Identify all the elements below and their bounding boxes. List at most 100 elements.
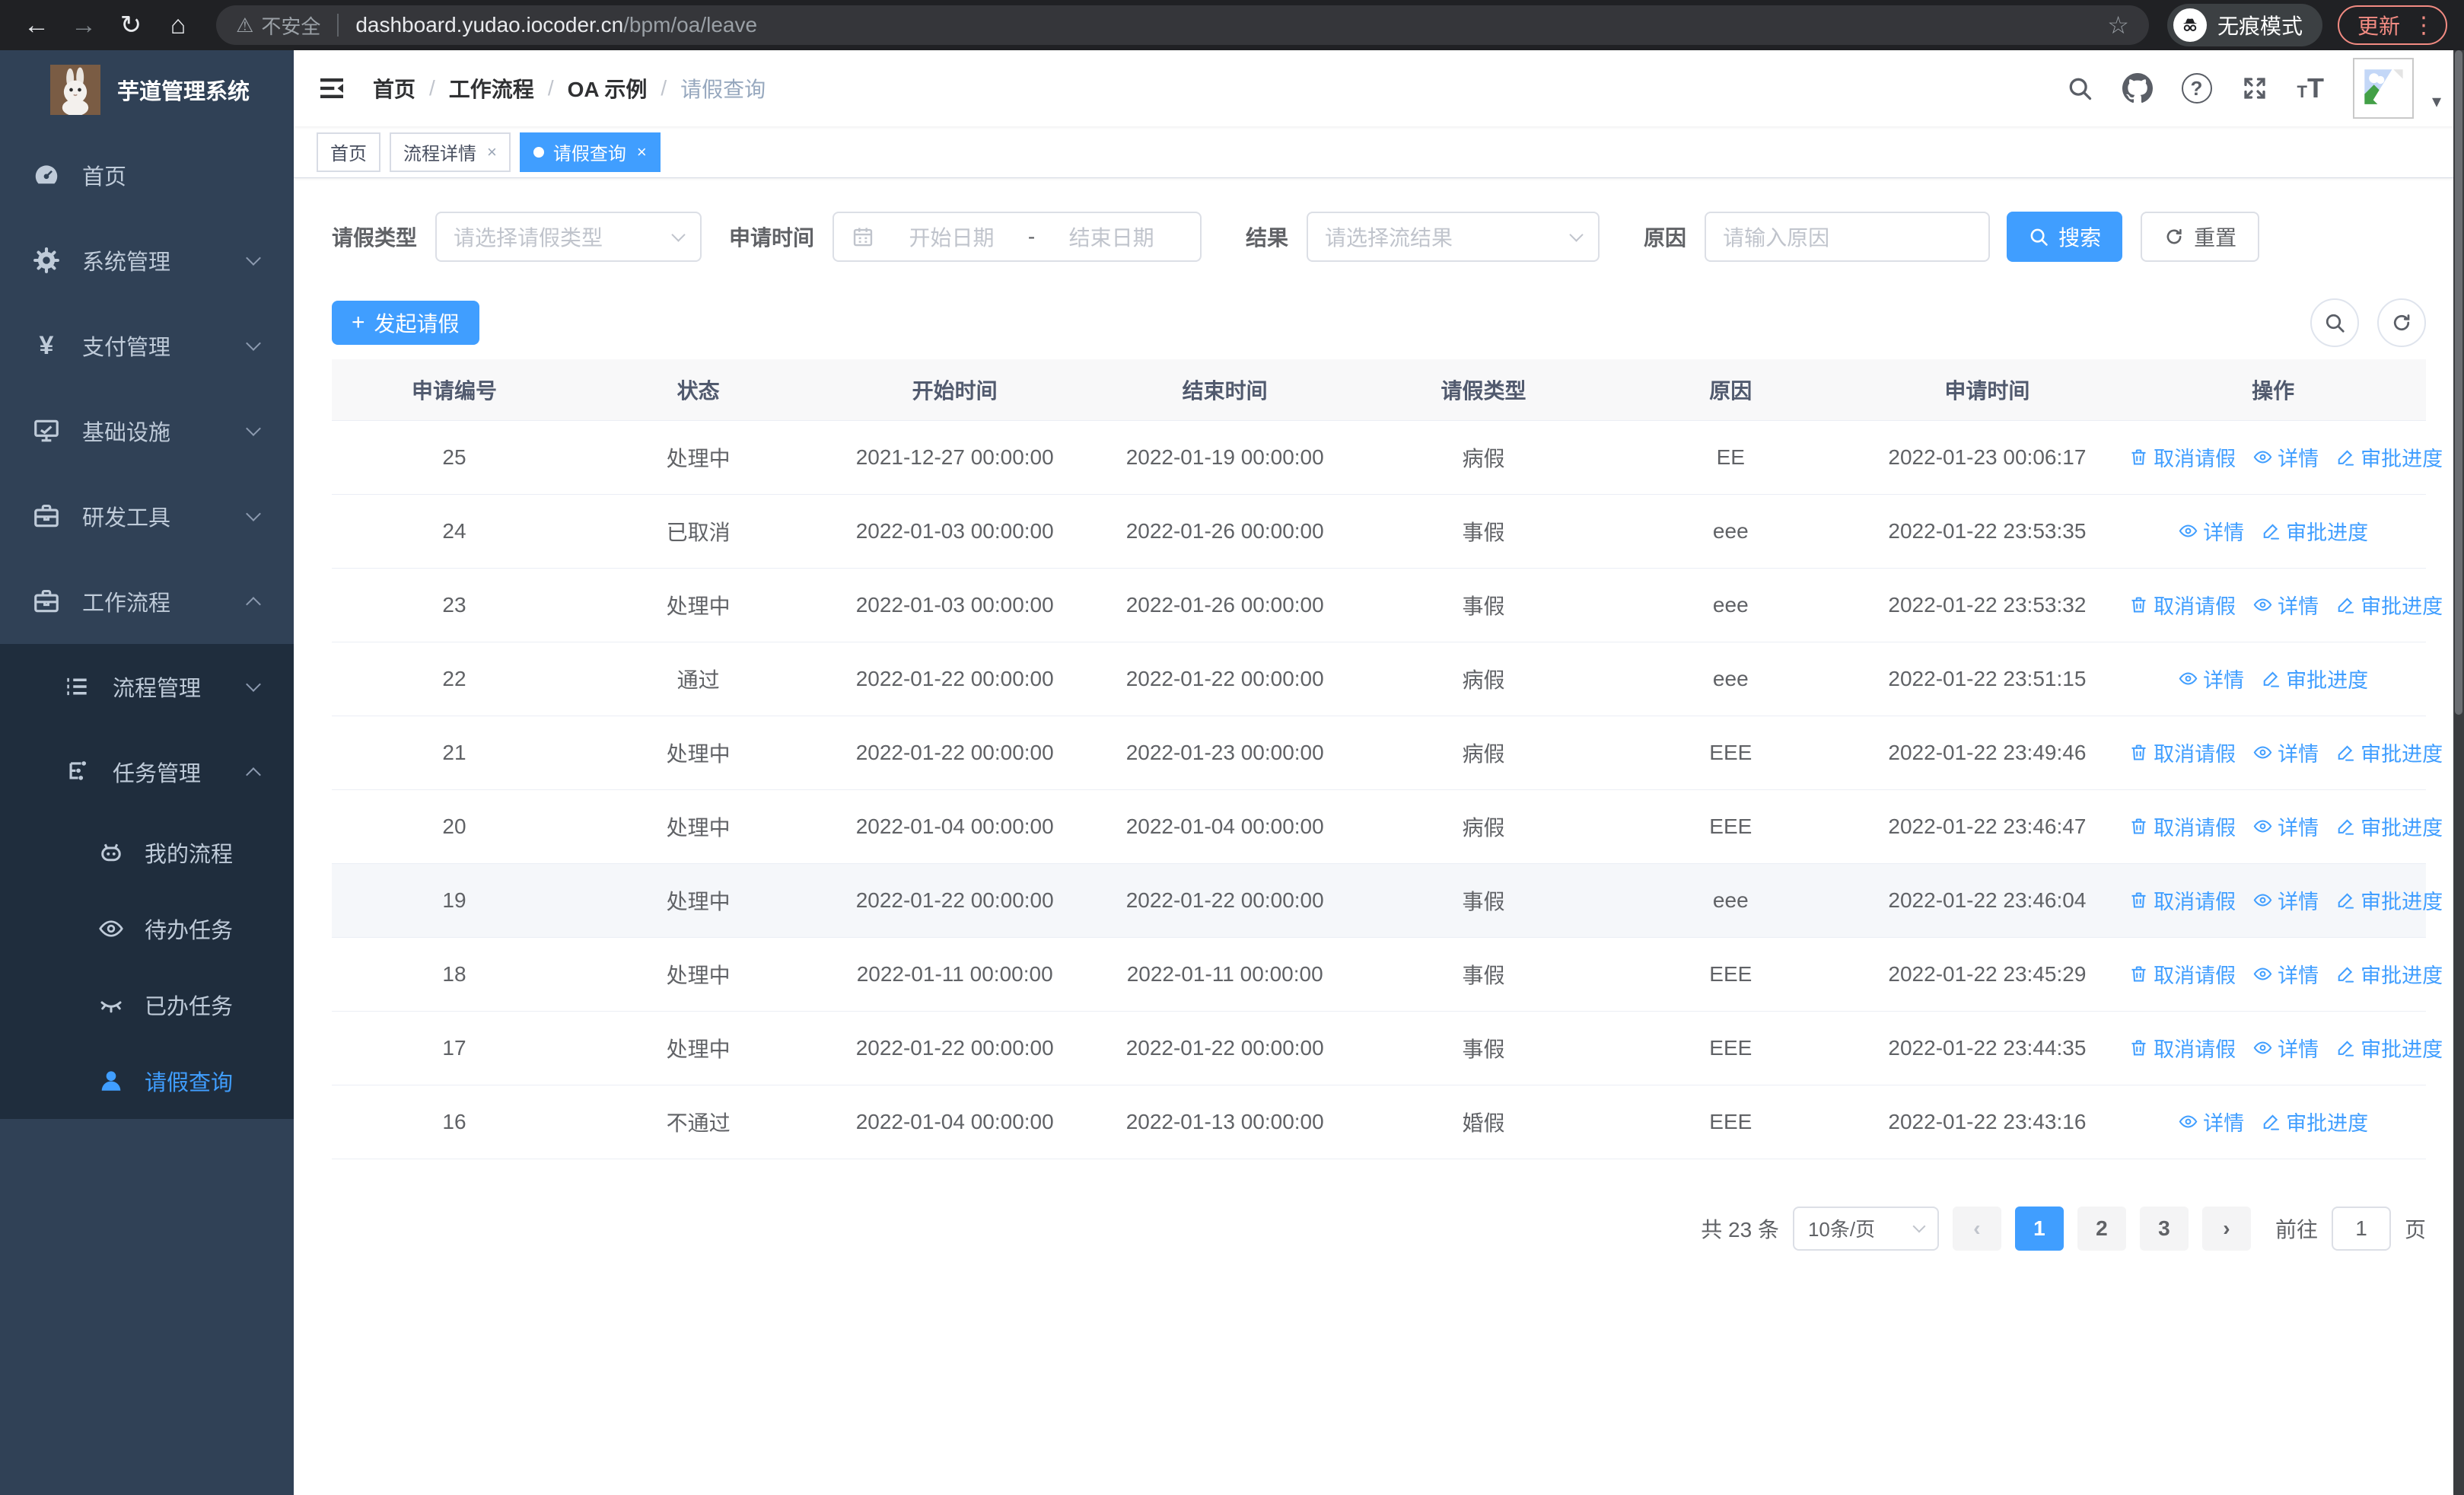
sidebar-item-process-management[interactable]: 流程管理: [0, 644, 294, 729]
cell-end: 2022-01-13 00:00:00: [1090, 1085, 1361, 1159]
top-navbar: 首页 / 工作流程 / OA 示例 / 请假查询 ? TT ▾: [294, 50, 2464, 126]
font-size-icon[interactable]: TT: [2297, 72, 2324, 104]
sidebar-item-my-process[interactable]: 我的流程: [0, 814, 294, 891]
close-icon[interactable]: ×: [637, 142, 647, 162]
breadcrumb-separator: /: [429, 76, 435, 100]
sidebar-item-home[interactable]: 首页: [0, 132, 294, 218]
address-bar[interactable]: ⚠ 不安全 dashboard.yudao.iocoder.cn/bpm/oa/…: [216, 5, 2149, 45]
prev-page-button[interactable]: ‹: [1952, 1206, 2001, 1251]
approval-progress-link[interactable]: 审批进度: [2335, 738, 2443, 767]
sidebar-item-task-management[interactable]: 任务管理: [0, 729, 294, 814]
detail-link[interactable]: 详情: [2252, 590, 2319, 620]
sidebar-item-done-tasks[interactable]: 已办任务: [0, 967, 294, 1043]
cancel-leave-link[interactable]: 取消请假: [2128, 811, 2236, 841]
cell-end: 2022-01-22 00:00:00: [1090, 1011, 1361, 1085]
next-page-button[interactable]: ›: [2201, 1206, 2251, 1251]
search-button[interactable]: 搜索: [2007, 212, 2123, 262]
detail-link[interactable]: 详情: [2252, 1033, 2319, 1063]
leave-type-select[interactable]: 请选择请假类型: [435, 212, 702, 262]
approval-progress-link[interactable]: 审批进度: [2261, 664, 2368, 693]
sidebar-collapse-icon[interactable]: [317, 73, 347, 104]
bookmark-star-icon[interactable]: ☆: [2107, 11, 2129, 40]
avatar[interactable]: [2352, 58, 2414, 119]
breadcrumb-home[interactable]: 首页: [373, 73, 415, 104]
logo-avatar: [50, 65, 100, 115]
caret-down-icon[interactable]: ▾: [2432, 91, 2441, 113]
page-size-select[interactable]: 10条/页: [1792, 1206, 1939, 1251]
cancel-leave-link[interactable]: 取消请假: [2128, 885, 2236, 915]
sidebar-item-system[interactable]: 系统管理: [0, 218, 294, 303]
browser-home-icon[interactable]: ⌂: [158, 11, 198, 40]
cell-start: 2022-01-04 00:00:00: [820, 789, 1090, 864]
cell-id: 19: [332, 863, 577, 938]
cancel-leave-link[interactable]: 取消请假: [2128, 590, 2236, 620]
detail-link[interactable]: 详情: [2252, 885, 2319, 915]
detail-link[interactable]: 详情: [2252, 959, 2319, 989]
sidebar-item-dev-tools[interactable]: 研发工具: [0, 473, 294, 559]
sidebar-item-infrastructure[interactable]: 基础设施: [0, 388, 294, 473]
tag-leave-query[interactable]: 请假查询 ×: [519, 132, 661, 172]
col-start-time: 开始时间: [820, 359, 1090, 421]
table-row: 18 处理中 2022-01-11 00:00:00 2022-01-11 00…: [332, 937, 2443, 1012]
breadcrumb-oa-example[interactable]: OA 示例: [568, 73, 648, 104]
close-icon[interactable]: ×: [487, 142, 497, 162]
sidebar-item-workflow[interactable]: 工作流程: [0, 559, 294, 644]
reset-button[interactable]: 重置: [2141, 212, 2260, 262]
page-button-2[interactable]: 2: [2077, 1206, 2126, 1251]
reason-label: 原因: [1644, 226, 1687, 250]
cell-reason: EEE: [1606, 1085, 1854, 1159]
github-icon[interactable]: [2122, 73, 2153, 104]
goto-page-input[interactable]: [2331, 1206, 2391, 1251]
browser-update-button[interactable]: 更新 ⋮: [2337, 5, 2447, 45]
sidebar-item-payment[interactable]: ¥ 支付管理: [0, 303, 294, 388]
detail-link[interactable]: 详情: [2252, 442, 2319, 472]
detail-link[interactable]: 详情: [2178, 664, 2244, 693]
cancel-leave-link[interactable]: 取消请假: [2128, 442, 2236, 472]
not-secure-warning[interactable]: ⚠ 不安全: [236, 11, 320, 40]
approval-progress-link[interactable]: 审批进度: [2335, 811, 2443, 841]
cell-status: 处理中: [576, 937, 820, 1012]
trash-icon: [2128, 1038, 2149, 1058]
cancel-leave-link[interactable]: 取消请假: [2128, 1033, 2236, 1063]
detail-link[interactable]: 详情: [2252, 738, 2319, 767]
sidebar-item-leave-query[interactable]: 请假查询: [0, 1043, 294, 1119]
browser-menu-icon[interactable]: ⋮: [2412, 12, 2435, 39]
tag-home[interactable]: 首页: [317, 132, 380, 172]
approval-progress-link[interactable]: 审批进度: [2261, 516, 2368, 546]
apply-time-range-input[interactable]: 开始日期 - 结束日期: [832, 212, 1202, 262]
tag-label: 请假查询: [552, 144, 626, 164]
page-scrollbar[interactable]: [2453, 50, 2464, 1495]
browser-back-icon[interactable]: ←: [17, 11, 56, 40]
help-icon[interactable]: ?: [2181, 73, 2212, 104]
app-logo[interactable]: 芋道管理系统: [0, 50, 294, 116]
breadcrumb-workflow[interactable]: 工作流程: [449, 73, 534, 104]
reason-input[interactable]: 请输入原因: [1705, 212, 1991, 262]
approval-progress-link[interactable]: 审批进度: [2335, 959, 2443, 989]
detail-link[interactable]: 详情: [2178, 1107, 2244, 1136]
result-select[interactable]: 请选择流结果: [1307, 212, 1600, 262]
tag-process-detail[interactable]: 流程详情 ×: [390, 132, 511, 172]
approval-progress-link[interactable]: 审批进度: [2335, 442, 2443, 472]
page-button-3[interactable]: 3: [2139, 1206, 2189, 1251]
show-search-button[interactable]: [2310, 298, 2359, 347]
detail-link[interactable]: 详情: [2178, 516, 2244, 546]
create-leave-button[interactable]: + 发起请假: [332, 301, 479, 345]
approval-progress-link[interactable]: 审批进度: [2335, 1033, 2443, 1063]
scrollbar-thumb[interactable]: [2455, 50, 2462, 716]
approval-progress-link[interactable]: 审批进度: [2261, 1107, 2368, 1136]
approval-progress-link[interactable]: 审批进度: [2335, 885, 2443, 915]
cell-apply: 2022-01-22 23:45:29: [1854, 937, 2121, 1012]
sidebar-item-todo-tasks[interactable]: 待办任务: [0, 891, 294, 967]
refresh-table-button[interactable]: [2377, 298, 2426, 347]
divider: [337, 14, 339, 37]
filter-form: 请假类型 请选择请假类型 申请时间 开始日期 - 结束日期 结果 请选择流结果: [332, 212, 2426, 262]
fullscreen-icon[interactable]: [2241, 75, 2268, 102]
browser-reload-icon[interactable]: ↻: [111, 10, 151, 40]
browser-forward-icon[interactable]: →: [64, 11, 103, 40]
detail-link[interactable]: 详情: [2252, 811, 2319, 841]
cancel-leave-link[interactable]: 取消请假: [2128, 738, 2236, 767]
cancel-leave-link[interactable]: 取消请假: [2128, 959, 2236, 989]
page-button-1[interactable]: 1: [2014, 1206, 2064, 1251]
approval-progress-link[interactable]: 审批进度: [2335, 590, 2443, 620]
search-icon[interactable]: [2066, 75, 2093, 102]
